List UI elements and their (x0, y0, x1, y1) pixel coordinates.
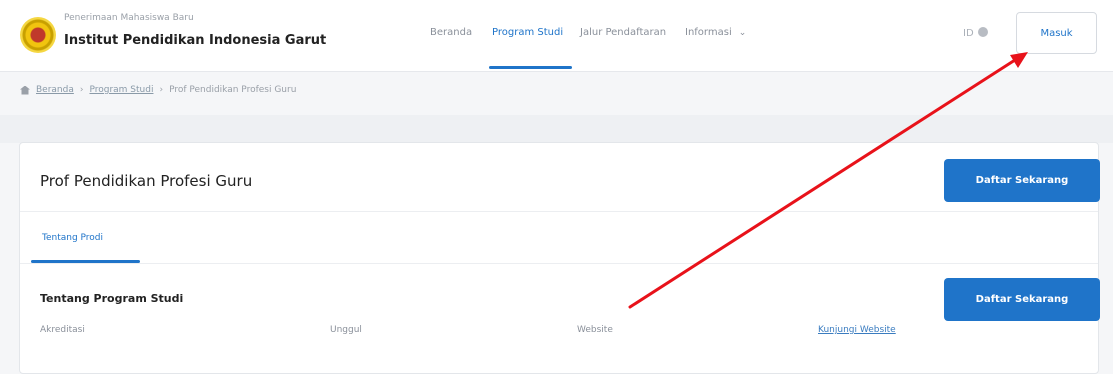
chevron-down-icon: ⌄ (738, 28, 747, 38)
institution-logo[interactable] (20, 17, 56, 53)
breadcrumb-separator: › (159, 85, 164, 95)
breadcrumb: Beranda › Program Studi › Prof Pendidika… (20, 85, 296, 95)
header-subtitle: Penerimaan Mahasiswa Baru (64, 13, 194, 23)
language-switcher[interactable]: ID (963, 27, 988, 39)
breadcrumb-current: Prof Pendidikan Profesi Guru (169, 85, 297, 95)
breadcrumb-home[interactable]: Beranda (36, 85, 74, 95)
nav-active-indicator (489, 66, 572, 69)
top-header: Penerimaan Mahasiswa Baru Institut Pendi… (0, 0, 1113, 72)
accreditation-label: Akreditasi (40, 325, 85, 335)
nav-program-studi[interactable]: Program Studi (492, 27, 563, 38)
home-icon (20, 85, 30, 95)
website-link[interactable]: Kunjungi Website (818, 325, 896, 335)
nav-informasi-dropdown[interactable]: Informasi ⌄ (685, 27, 746, 38)
nav-informasi-label: Informasi (685, 27, 732, 38)
tab-tentang-prodi[interactable]: Tentang Prodi (42, 233, 103, 243)
section-title: Tentang Program Studi (40, 292, 184, 305)
register-button[interactable]: Daftar Sekarang (944, 159, 1100, 202)
login-button[interactable]: Masuk (1016, 12, 1097, 54)
language-code: ID (963, 28, 974, 39)
divider (20, 211, 1098, 212)
breadcrumb-program[interactable]: Program Studi (89, 85, 153, 95)
institution-name[interactable]: Institut Pendidikan Indonesia Garut (64, 33, 326, 48)
page-title: Prof Pendidikan Profesi Guru (40, 172, 253, 190)
section-register-button[interactable]: Daftar Sekarang (944, 278, 1100, 321)
divider (20, 263, 1098, 264)
website-label: Website (577, 325, 613, 335)
globe-icon (977, 27, 988, 37)
page-band (0, 115, 1113, 143)
accreditation-value: Unggul (330, 325, 362, 335)
nav-beranda[interactable]: Beranda (430, 27, 472, 38)
nav-jalur-pendaftaran[interactable]: Jalur Pendaftaran (580, 27, 666, 38)
program-card: Prof Pendidikan Profesi Guru Daftar Seka… (19, 142, 1100, 374)
breadcrumb-separator: › (79, 85, 84, 95)
